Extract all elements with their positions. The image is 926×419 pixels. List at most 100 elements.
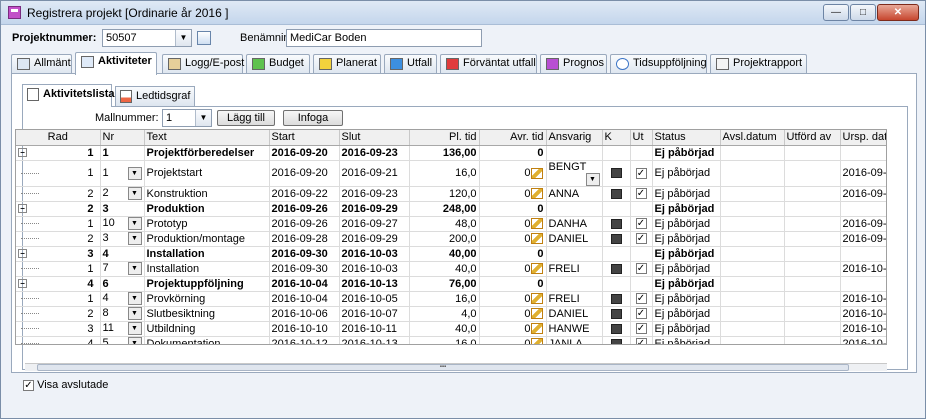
ut-checkbox[interactable]: ✓ <box>635 308 647 320</box>
group-row[interactable]: −1 1 Projektförberedelser 2016-09-20 2016-09… <box>16 145 886 161</box>
cell-k[interactable] <box>602 306 631 322</box>
cell-planned-time[interactable]: 16,0 <box>409 291 480 307</box>
cell-start[interactable]: 2016-09-20 <box>269 160 340 187</box>
cell-actual-time[interactable]: 0 <box>479 231 547 247</box>
ut-checkbox[interactable]: ✓ <box>635 293 647 305</box>
cell-actual-time[interactable]: 0 <box>479 216 547 232</box>
column-header[interactable]: Avr. tid <box>479 130 547 146</box>
cell-start[interactable]: 2016-09-22 <box>269 186 340 202</box>
cell-k[interactable] <box>602 201 631 217</box>
pencil-icon[interactable] <box>530 188 543 200</box>
cell-done-by[interactable] <box>784 291 841 307</box>
group-row[interactable]: −3 4 Installation 2016-09-30 2016-10-03 40,00… <box>16 246 886 262</box>
cell-start[interactable]: 2016-10-12 <box>269 336 340 344</box>
column-header[interactable]: Utförd av <box>784 130 841 146</box>
cell-planned-time[interactable]: 76,00 <box>409 276 480 292</box>
cell-slut[interactable]: 2016-09-23 <box>339 145 410 161</box>
cell-done-by[interactable] <box>784 216 841 232</box>
cell-actual-time[interactable]: 0 <box>479 276 547 292</box>
pencil-icon[interactable] <box>530 338 543 344</box>
tab-prognos[interactable]: Prognos <box>540 54 607 74</box>
cell-planned-time[interactable]: 40,0 <box>409 261 480 277</box>
collapse-icon[interactable]: − <box>18 279 27 289</box>
cell-done-by[interactable] <box>784 246 841 262</box>
tab-utfall[interactable]: Utfall <box>384 54 437 74</box>
cell-slut[interactable]: 2016-10-07 <box>339 306 410 322</box>
table-row[interactable]: 1 1 ▼ Projektstart 2016-09-20 2016-09-21 16,0 0… <box>16 160 886 187</box>
show-closed-toggle[interactable]: ✓ Visa avslutade <box>23 379 108 391</box>
cell-actual-time[interactable]: 0 <box>479 306 547 322</box>
cell-nr[interactable]: 1 ▼ <box>100 160 145 187</box>
cell-planned-time[interactable]: 120,0 <box>409 186 480 202</box>
cell-text[interactable]: Installation <box>144 261 270 277</box>
cell-actual-time[interactable]: 0 <box>479 321 547 337</box>
cell-planned-time[interactable]: 16,0 <box>409 336 480 344</box>
close-button[interactable]: ✕ <box>877 4 919 21</box>
cell-responsible[interactable] <box>546 145 603 161</box>
column-header[interactable]: Nr <box>100 130 145 146</box>
cell-planned-time[interactable]: 136,00 <box>409 145 480 161</box>
tab-budget[interactable]: Budget <box>246 54 310 74</box>
cell-slut[interactable]: 2016-09-27 <box>339 216 410 232</box>
cell-text[interactable]: Projektstart <box>144 160 270 187</box>
cell-ut[interactable]: ✓ <box>630 231 653 247</box>
cell-k[interactable] <box>602 336 631 344</box>
cell-start[interactable]: 2016-09-26 <box>269 216 340 232</box>
cell-planned-time[interactable]: 40,00 <box>409 246 480 262</box>
cell-responsible[interactable]: DANHA <box>546 216 603 232</box>
cell-done-by[interactable] <box>784 321 841 337</box>
cell-ut[interactable]: ✓ <box>630 306 653 322</box>
column-header[interactable]: Ansvarig <box>546 130 603 146</box>
collapse-icon[interactable]: − <box>18 148 27 158</box>
cell-slut[interactable]: 2016-10-13 <box>339 276 410 292</box>
cell-responsible[interactable] <box>546 201 603 217</box>
show-closed-checkbox[interactable]: ✓ <box>23 379 34 391</box>
project-number-select[interactable]: 50507 ▼ <box>102 29 192 47</box>
cell-k[interactable] <box>602 145 631 161</box>
cell-k[interactable] <box>602 276 631 292</box>
tab-forvantat-utfall[interactable]: Förväntat utfall <box>440 54 537 74</box>
cell-text[interactable]: Slutbesiktning <box>144 306 270 322</box>
cell-actual-time[interactable]: 0 <box>479 186 547 202</box>
cell-done-by[interactable] <box>784 201 841 217</box>
cell-ut[interactable]: ✓ <box>630 261 653 277</box>
cell-done-by[interactable] <box>784 145 841 161</box>
tab-logg[interactable]: Logg/E-post <box>162 54 244 74</box>
table-row[interactable]: 2 3 ▼ Produktion/montage 2016-09-28 2016-09-2… <box>16 231 886 247</box>
cell-closed-date[interactable] <box>720 246 785 262</box>
chevron-down-icon[interactable]: ▼ <box>585 172 600 185</box>
cell-start[interactable]: 2016-10-04 <box>269 291 340 307</box>
pencil-icon[interactable] <box>530 218 543 230</box>
column-header[interactable]: Rad <box>16 130 101 146</box>
maximize-button[interactable]: □ <box>850 4 876 21</box>
cell-start[interactable]: 2016-09-26 <box>269 201 340 217</box>
cell-text[interactable]: Prototyp <box>144 216 270 232</box>
cell-text[interactable]: Produktion/montage <box>144 231 270 247</box>
cell-responsible[interactable] <box>546 276 603 292</box>
pencil-icon[interactable] <box>530 308 543 320</box>
column-header[interactable]: K <box>602 130 631 146</box>
cell-closed-date[interactable] <box>720 216 785 232</box>
cell-slut[interactable]: 2016-09-21 <box>339 160 410 187</box>
ut-checkbox[interactable]: ✓ <box>635 233 647 245</box>
chevron-down-icon[interactable]: ▼ <box>127 232 142 245</box>
cell-responsible[interactable]: DANIEL <box>546 306 603 322</box>
cell-slut[interactable]: 2016-09-29 <box>339 201 410 217</box>
tab-ledtidsgraf[interactable]: Ledtidsgraf <box>115 86 195 106</box>
cell-text[interactable]: Dokumentation <box>144 336 270 344</box>
cell-ut[interactable] <box>630 246 653 262</box>
cell-closed-date[interactable] <box>720 306 785 322</box>
cell-ut[interactable]: ✓ <box>630 160 653 187</box>
cell-start[interactable]: 2016-09-20 <box>269 145 340 161</box>
insert-button[interactable]: Infoga <box>283 110 343 126</box>
cell-slut[interactable]: 2016-10-11 <box>339 321 410 337</box>
table-row[interactable]: 1 7 ▼ Installation 2016-09-30 2016-10-03 40,0 0… <box>16 261 886 277</box>
cell-closed-date[interactable] <box>720 291 785 307</box>
column-header[interactable]: Pl. tid <box>409 130 480 146</box>
cell-planned-time[interactable]: 16,0 <box>409 160 480 187</box>
cell-closed-date[interactable] <box>720 321 785 337</box>
pencil-icon[interactable] <box>530 233 543 245</box>
k-indicator-icon[interactable] <box>610 323 622 334</box>
cell-ut[interactable]: ✓ <box>630 321 653 337</box>
cell-k[interactable] <box>602 261 631 277</box>
